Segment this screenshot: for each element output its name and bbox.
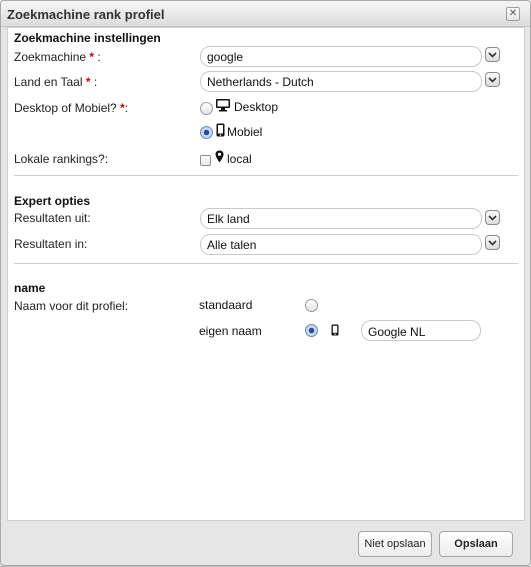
device-label-text: Desktop of Mobiel? [14, 101, 117, 115]
results-from-dropdown-button[interactable] [485, 210, 500, 225]
local-rankings-option-label: local [227, 152, 252, 166]
cancel-button[interactable]: Niet opslaan [358, 531, 432, 557]
results-from-select[interactable]: Elk land [200, 208, 482, 229]
label-suffix: : [90, 75, 98, 89]
label-suffix: : [94, 50, 101, 64]
country-language-dropdown-button[interactable] [485, 72, 500, 87]
section-divider [14, 263, 518, 264]
local-rankings-label: Lokale rankings?: [14, 152, 109, 166]
name-standard-radio[interactable] [305, 299, 318, 312]
chevron-down-icon [488, 52, 497, 58]
save-button[interactable]: Opslaan [439, 531, 513, 557]
country-language-select[interactable]: Netherlands - Dutch [200, 71, 482, 92]
search-engine-label-text: Zoekmachine [14, 50, 87, 64]
chevron-down-icon [488, 215, 497, 221]
custom-profile-name-input[interactable]: Google NL [361, 320, 481, 341]
search-engine-select[interactable]: google [200, 46, 482, 67]
label-suffix: : [124, 101, 129, 115]
mobile-icon [331, 324, 339, 336]
device-desktop-radio[interactable] [200, 102, 213, 115]
profile-dialog: Zoekmachine rank profiel ✕ Zoekmachine i… [0, 0, 531, 566]
mobile-icon [216, 123, 225, 137]
search-engine-label: Zoekmachine * : [14, 50, 101, 64]
results-in-dropdown-button[interactable] [485, 235, 500, 250]
profile-name-label: Naam voor dit profiel: [14, 299, 129, 313]
device-mobile-label: Mobiel [227, 125, 263, 139]
search-engine-dropdown-button[interactable] [485, 47, 500, 62]
section-divider [14, 175, 518, 176]
dialog-titlebar[interactable]: Zoekmachine rank profiel ✕ [1, 1, 530, 27]
device-mobile-radio[interactable] [200, 126, 213, 139]
country-language-label: Land en Taal * : [14, 75, 97, 89]
results-from-label: Resultaten uit: [14, 211, 91, 225]
chevron-down-icon [488, 77, 497, 83]
country-language-label-text: Land en Taal [14, 75, 83, 89]
dialog-content: Zoekmachine instellingen Zoekmachine * :… [7, 27, 525, 521]
section-title-search-settings: Zoekmachine instellingen [14, 31, 161, 45]
close-button[interactable]: ✕ [506, 7, 520, 21]
desktop-icon [216, 99, 230, 112]
section-title-expert-options: Expert opties [14, 194, 91, 208]
results-in-label: Resultaten in: [14, 237, 88, 251]
name-custom-label: eigen naam [199, 324, 262, 338]
results-in-select[interactable]: Alle talen [200, 234, 482, 255]
map-pin-icon [215, 150, 224, 163]
name-custom-radio[interactable] [305, 324, 318, 337]
device-label: Desktop of Mobiel? *: [14, 101, 128, 115]
device-desktop-label: Desktop [234, 100, 279, 114]
chevron-down-icon [488, 240, 497, 246]
name-standard-label: standaard [199, 298, 253, 312]
local-rankings-checkbox[interactable] [200, 155, 211, 166]
section-title-name: name [14, 281, 46, 295]
dialog-title: Zoekmachine rank profiel [7, 7, 165, 22]
